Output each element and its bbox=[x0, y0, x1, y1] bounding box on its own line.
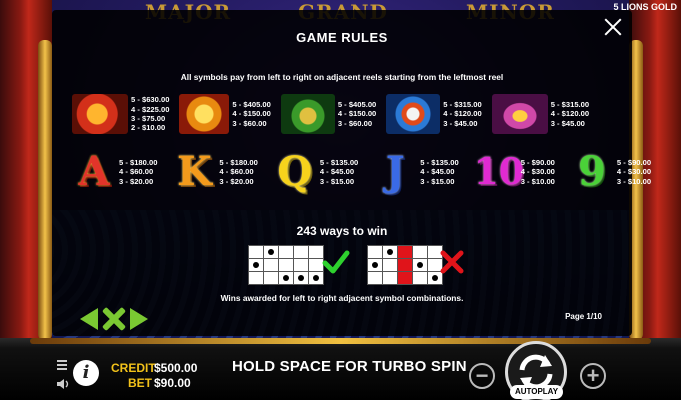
close-rules-button[interactable] bbox=[102, 307, 126, 331]
card-q-paytable: 5 - $135.00 4 - $45.00 3 - $15.00 bbox=[319, 157, 359, 186]
left-gold-frame bbox=[38, 40, 52, 340]
card-10-icon: 10 bbox=[473, 151, 524, 193]
card-j-paytable: 5 - $135.00 4 - $45.00 3 - $15.00 bbox=[420, 157, 459, 186]
card-a-icon: A bbox=[78, 148, 110, 195]
card-k-icon: K bbox=[177, 148, 212, 195]
page-indicator: Page 1/10 bbox=[565, 312, 602, 321]
turtle-paytable: 5 - $315.00 4 - $120.00 3 - $45.00 bbox=[550, 99, 590, 128]
symbol-phoenix: 5 - $405.00 4 - $150.00 3 - $60.00 bbox=[179, 94, 271, 134]
symbol-9: 9 5 - $90.00 4 - $30.00 3 - $10.00 bbox=[570, 152, 651, 192]
rules-title: GAME RULES bbox=[296, 30, 388, 45]
speaker-icon[interactable] bbox=[56, 378, 70, 390]
symbol-dragon: 5 - $630.00 4 - $225.00 3 - $75.00 2 - $… bbox=[72, 94, 169, 134]
wins-awarded-text: Wins awarded for left to right adjacent … bbox=[220, 293, 464, 303]
frog-icon bbox=[280, 94, 335, 134]
premium-symbols-row: 5 - $630.00 4 - $225.00 3 - $75.00 2 - $… bbox=[72, 94, 589, 134]
turtle-icon bbox=[491, 94, 548, 134]
symbol-a: A 5 - $180.00 4 - $60.00 3 - $20.00 bbox=[72, 152, 157, 192]
card-9-paytable: 5 - $90.00 4 - $30.00 3 - $10.00 bbox=[616, 157, 652, 186]
decrease-bet-button[interactable]: − bbox=[469, 363, 495, 389]
symbol-j: J 5 - $135.00 4 - $45.00 3 - $15.00 bbox=[373, 148, 459, 195]
game-rules-panel: GAME RULES All symbols pay from left to … bbox=[52, 10, 651, 336]
symbol-k: K 5 - $180.00 4 - $60.00 3 - $20.00 bbox=[172, 148, 258, 195]
phoenix-icon bbox=[179, 94, 230, 134]
info-button[interactable]: i bbox=[73, 360, 99, 386]
bet-value: $90.00 bbox=[154, 376, 191, 390]
symbol-q: Q 5 - $135.00 4 - $45.00 3 - $15.00 bbox=[273, 152, 358, 192]
card-10-paytable: 5 - $90.00 4 - $30.00 3 - $10.00 bbox=[520, 157, 555, 186]
card-9-icon: 9 bbox=[577, 148, 606, 195]
symbol-10: 10 5 - $90.00 4 - $30.00 3 - $10.00 bbox=[474, 152, 555, 192]
card-a-paytable: 5 - $180.00 4 - $60.00 3 - $20.00 bbox=[119, 157, 158, 186]
close-icon[interactable] bbox=[602, 16, 624, 38]
koi-icon bbox=[386, 94, 441, 134]
frog-paytable: 5 - $405.00 4 - $150.00 3 - $60.00 bbox=[337, 99, 377, 128]
dragon-paytable: 5 - $630.00 4 - $225.00 3 - $75.00 2 - $… bbox=[131, 95, 170, 133]
control-bar: i CREDIT $500.00 BET $90.00 HOLD SPACE F… bbox=[0, 338, 681, 400]
symbol-frog: 5 - $405.00 4 - $150.00 3 - $60.00 bbox=[280, 94, 377, 134]
rules-intro: All symbols pay from left to right on ad… bbox=[180, 72, 504, 82]
card-symbols-row: A 5 - $180.00 4 - $60.00 3 - $20.00 K 5 … bbox=[72, 148, 651, 195]
credit-label: CREDIT bbox=[111, 361, 156, 375]
bet-label: BET bbox=[128, 376, 152, 390]
cross-icon bbox=[440, 250, 464, 274]
symbol-koi: 5 - $315.00 4 - $120.00 3 - $45.00 bbox=[386, 94, 482, 134]
card-j-icon: J bbox=[385, 148, 405, 195]
rules-pager bbox=[80, 307, 148, 331]
checkmark-icon bbox=[322, 250, 350, 274]
ways-to-win-title: 243 ways to win bbox=[296, 224, 388, 238]
autoplay-button[interactable]: AUTOPLAY bbox=[510, 385, 563, 399]
valid-ways-example bbox=[248, 245, 324, 285]
increase-bet-button[interactable]: + bbox=[580, 363, 606, 389]
dragon-icon bbox=[72, 94, 128, 134]
next-page-button[interactable] bbox=[130, 308, 148, 330]
credit-value: $500.00 bbox=[154, 361, 198, 375]
game-screen: MAJOR GRAND MINOR 5 LIONS GOLD GAME RULE… bbox=[0, 0, 681, 400]
invalid-ways-example bbox=[367, 245, 443, 285]
menu-icon[interactable] bbox=[57, 360, 67, 370]
card-q-icon: Q bbox=[277, 148, 313, 195]
symbol-turtle: 5 - $315.00 4 - $120.00 3 - $45.00 bbox=[491, 94, 590, 134]
turbo-spin-hint: HOLD SPACE FOR TURBO SPIN bbox=[232, 358, 467, 375]
previous-page-button[interactable] bbox=[80, 308, 98, 330]
phoenix-paytable: 5 - $405.00 4 - $150.00 3 - $60.00 bbox=[232, 99, 271, 128]
koi-paytable: 5 - $315.00 4 - $120.00 3 - $45.00 bbox=[443, 99, 482, 128]
card-k-paytable: 5 - $180.00 4 - $60.00 3 - $20.00 bbox=[219, 157, 258, 186]
